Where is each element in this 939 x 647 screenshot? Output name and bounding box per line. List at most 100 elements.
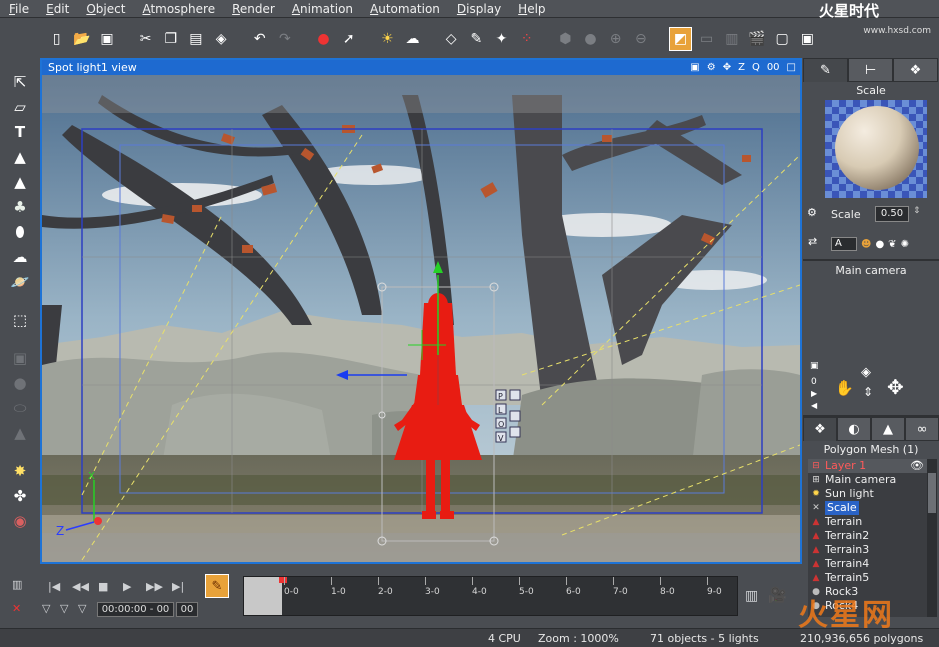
viewport-render-icon[interactable]: ▣ [690,60,699,75]
save-disk-icon[interactable]: ▣ [96,28,117,50]
tree-scroll-thumb[interactable] [928,473,936,513]
camera-dolly-icon[interactable]: ⇕ [863,385,873,399]
cloud-create-icon[interactable]: ☁ [7,246,33,268]
camera-orbit-icon[interactable]: ◈ [861,365,871,380]
tree-row-camera[interactable]: ⊞ Main camera [808,473,927,487]
time-range-selection[interactable] [244,577,282,615]
channel-face-icon[interactable]: ☻ [861,239,871,250]
minus-icon[interactable]: ⊖ [630,28,651,50]
planet-icon[interactable]: 🪐 [7,271,33,293]
channel-plant-icon[interactable]: ❦ [888,239,896,250]
tab-landscape[interactable]: ▲ [871,417,905,441]
tab-objects-tree[interactable]: ❖ [803,417,837,441]
fast-forward-icon[interactable]: ▶▶ [146,580,163,593]
redo-icon[interactable]: ↷ [274,28,295,50]
plant-tree-icon[interactable]: ♣ [7,196,33,218]
paste-icon[interactable]: ▤ [185,28,206,50]
frame-field[interactable]: 00 [176,602,198,617]
menu-atmosphere[interactable]: Atmosphere [133,0,223,18]
channel-drops-icon[interactable]: ● [875,239,884,250]
terrain-icon[interactable]: ▲ [7,146,33,168]
plus-icon[interactable]: ⊕ [605,28,626,50]
color-balls-icon[interactable]: ⁘ [516,28,537,50]
menu-object[interactable]: Object [77,0,133,18]
globe-render-icon[interactable]: ◉ [7,510,33,532]
cube-primitive-icon[interactable]: ▣ [7,347,33,369]
play-icon[interactable]: ▶ [123,580,131,593]
align-icon[interactable]: ▥ [721,28,742,50]
tab-links[interactable]: ∞ [905,417,939,441]
select-cursor-icon[interactable]: ⇱ [7,71,33,93]
camera-snapshot-icon[interactable]: ▣ [797,28,818,50]
rock-icon[interactable]: ⬮ [7,221,33,243]
key-icon[interactable]: ▽ [60,602,68,615]
lights-icon[interactable]: ✸ [7,460,33,482]
menu-render[interactable]: Render [223,0,283,18]
menu-animation[interactable]: Animation [283,0,361,18]
cut-scissors-icon[interactable]: ✂ [135,28,156,50]
material-editor-icon[interactable]: ✎ [466,28,487,50]
camera-save-icon[interactable]: ▣ [810,361,819,371]
auto-keyframe-button[interactable]: ✎ [205,574,229,598]
next-key-icon[interactable]: ▽ [78,602,86,615]
channel-sun-icon[interactable]: ✺ [901,239,909,250]
menu-file[interactable]: File [0,0,37,18]
text-tool-icon[interactable]: T [7,121,33,143]
tree-row-selected[interactable]: ✕ Scale [808,501,927,515]
sphere-primitive-icon[interactable]: ● [7,372,33,394]
link-tool-icon[interactable]: ◩ [668,27,693,51]
time-ruler[interactable]: 0-0 1-0 2-0 3-0 4-0 5-0 6-0 7-0 8-0 9-0 [243,576,738,616]
cylinder-primitive-icon[interactable]: ⬭ [7,397,33,419]
open-folder-icon[interactable]: 📂 [71,28,92,50]
viewport-pan-icon[interactable]: ✥ [723,60,731,75]
playhead-marker[interactable] [279,577,287,583]
tab-ruler[interactable]: ⊢ [848,58,893,82]
tree-row-terrain[interactable]: ▲ Terrain [808,515,927,529]
viewport-frame-counter[interactable]: 00 [767,60,780,75]
fit-view-icon[interactable]: ▢ [772,28,793,50]
plane-icon[interactable]: ▱ [7,96,33,118]
symmetric-terrain-icon[interactable]: ▲ [7,171,33,193]
timeline-link-icon[interactable]: ✕ [12,602,21,615]
cone-primitive-icon[interactable]: ▲ [7,422,33,444]
scale-stepper-icon[interactable]: ⇕ [913,206,921,216]
spot-light-viewport[interactable]: Spot light1 view ▣ ⚙ ✥ Z Q 00 □ P L O V … [40,58,802,564]
tree-row-terrain[interactable]: ▲ Terrain4 [808,557,927,571]
undo-icon[interactable]: ↶ [249,28,270,50]
menu-help[interactable]: Help [509,0,553,18]
tab-material-brush[interactable]: ✎ [803,58,848,82]
timeline-expand-icon[interactable]: ▥ [12,578,22,591]
frame-icon[interactable]: ▭ [696,28,717,50]
tab-objects[interactable]: ❖ [893,58,938,82]
tree-row-terrain[interactable]: ▲ Terrain5 [808,571,927,585]
object-info-cube-icon[interactable]: ◇ [441,28,462,50]
material-preview[interactable] [825,100,927,198]
menu-edit[interactable]: Edit [37,0,77,18]
camera-prev-icon[interactable]: ◀ [811,401,817,410]
cloud-icon[interactable]: ☁ [402,28,423,50]
menu-display[interactable]: Display [448,0,509,18]
new-file-icon[interactable]: ▯ [46,28,67,50]
viewport-maximize-icon[interactable]: □ [787,60,796,75]
movie-camera-icon[interactable]: 🎥 [768,586,787,604]
viewport-z-label[interactable]: Z [738,60,745,75]
rewind-icon[interactable]: ◀◀ [72,580,89,593]
render-red-ball-icon[interactable]: ● [313,28,334,50]
scale-value-field[interactable]: 0.50 [875,206,909,222]
tree-scrollbar[interactable] [927,459,937,617]
camera-next-icon[interactable]: ▶ [811,389,817,398]
ungroup-icon[interactable]: ● [580,28,601,50]
duplicate-cube-icon[interactable]: ◈ [211,28,232,50]
menu-automation[interactable]: Automation [361,0,448,18]
import-object-icon[interactable]: ⬚ [7,309,33,331]
tab-materials[interactable]: ◐ [837,417,871,441]
material-swap-icon[interactable]: ⇄ [808,235,817,248]
film-icon[interactable]: ▥ [745,588,758,604]
stop-icon[interactable]: ■ [98,580,108,593]
clapper-board-icon[interactable]: 🎬 [746,28,767,50]
tree-row-terrain[interactable]: ▲ Terrain3 [808,543,927,557]
tree-row-layer[interactable]: ⊟ Layer 1 👁 [808,459,927,473]
camera-rotate-icon[interactable]: ✥ [887,375,904,399]
prev-key-icon[interactable]: ▽ [42,602,50,615]
fan-icon[interactable]: ✤ [7,485,33,507]
